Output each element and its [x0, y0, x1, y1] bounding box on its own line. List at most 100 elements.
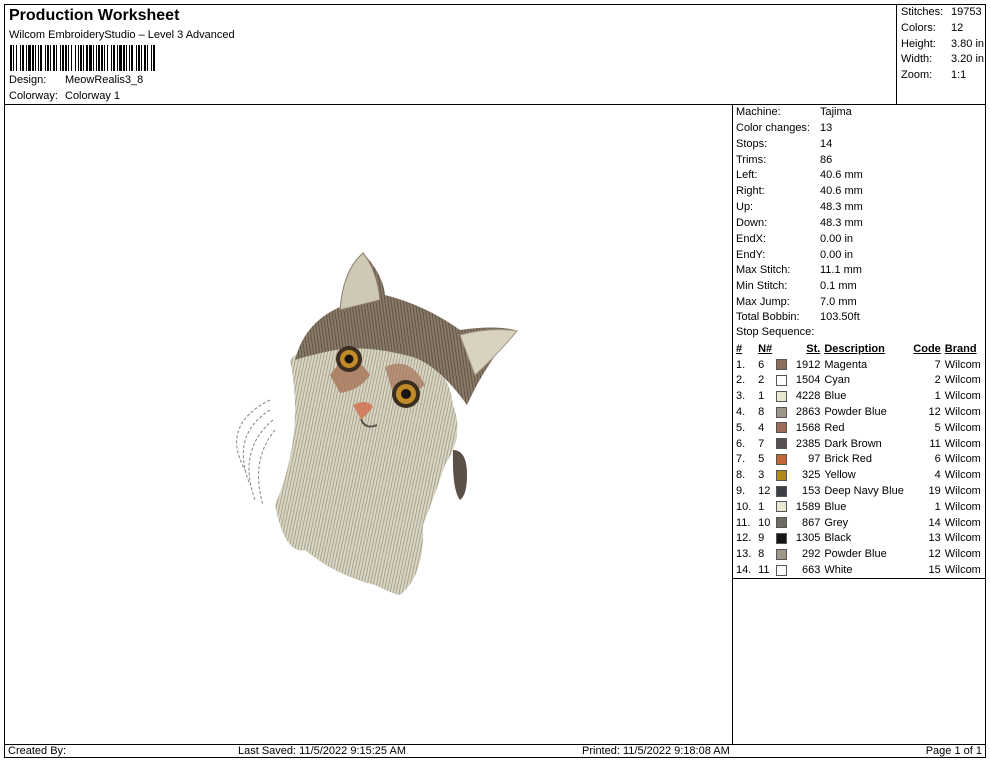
- color-swatch: [776, 454, 788, 466]
- stop-swatch: [776, 388, 790, 404]
- stop-needle: 9: [758, 532, 765, 545]
- stop-code: 15: [912, 562, 945, 579]
- prop-down: Down: 48.3 mm: [736, 217, 863, 229]
- color-swatch: [776, 469, 788, 481]
- prop-label: EndX:: [736, 233, 766, 245]
- stop-stitches: 1912: [795, 358, 821, 371]
- summary-label: Zoom:: [901, 69, 933, 81]
- stop-swatch: [776, 515, 790, 531]
- prop-value: 0.00 in: [820, 233, 854, 245]
- stop-stitches: 153: [801, 485, 821, 498]
- stop-code: 19: [928, 485, 941, 498]
- stop-row: 1. 6 1912 Magenta 7 Wilcom: [733, 357, 985, 373]
- prop-label: Right:: [736, 185, 765, 197]
- stop-needle: 10: [758, 516, 771, 529]
- prop-value: 7.0 mm: [820, 296, 857, 308]
- prop-value: 0.00 in: [820, 249, 854, 261]
- stop-num: 1.: [736, 358, 746, 371]
- stop-stitches: 1504: [795, 374, 821, 387]
- stop-code: 14: [928, 516, 941, 529]
- design-properties-panel: Machine: Tajima Color changes: 13 Stops: 14…: [732, 104, 986, 745]
- stop-code: 11: [929, 437, 941, 450]
- summary-label: Height:: [901, 38, 936, 50]
- color-swatch: [776, 406, 788, 418]
- printed-date: Printed: 11/5/2022 9:18:08 AM: [582, 745, 730, 757]
- stop-swatch: [776, 420, 790, 436]
- stop-row: 4. 8 2863 Powder Blue 12 Wilcom: [733, 404, 985, 420]
- summary-value: 12: [951, 22, 964, 34]
- page-number: Page 1 of 1: [925, 745, 982, 757]
- col-stitches: St.: [806, 342, 821, 355]
- stop-brand: Wilcom: [944, 374, 981, 387]
- colorway-row: Colorway: Colorway 1: [9, 90, 120, 102]
- stop-stitches: 292: [801, 548, 821, 561]
- prop-left: Left: 40.6 mm: [736, 169, 863, 181]
- cat-right-pupil: [401, 389, 411, 399]
- worksheet-footer: Created By: Last Saved: 11/5/2022 9:15:2…: [4, 744, 986, 758]
- stop-needle: 8: [758, 406, 765, 419]
- stop-code: 1: [934, 500, 941, 513]
- design-label: Design:: [9, 74, 47, 86]
- prop-value: 13: [820, 122, 833, 134]
- design-canvas: [4, 104, 733, 745]
- prop-color-changes: Color changes: 13: [736, 122, 832, 134]
- prop-label: Max Stitch:: [736, 264, 791, 276]
- prop-value: 48.3 mm: [820, 201, 863, 213]
- prop-value: 0.1 mm: [820, 280, 857, 292]
- cat-left-ear: [339, 252, 381, 311]
- stop-row: 7. 5 97 Brick Red 6 Wilcom: [733, 452, 985, 468]
- stop-sequence-label: Stop Sequence:: [736, 326, 815, 338]
- stop-stitches: 1589: [795, 500, 821, 513]
- stop-num: 13.: [736, 548, 752, 561]
- stop-needle: 4: [758, 421, 765, 434]
- stop-num: 3.: [736, 390, 746, 403]
- stop-brand: Wilcom: [944, 562, 985, 579]
- stop-num: 2.: [736, 374, 746, 387]
- stop-row: 10. 1 1589 Blue 1 Wilcom: [733, 499, 985, 515]
- prop-value: 103.50ft: [820, 311, 860, 323]
- prop-value: Tajima: [820, 106, 852, 118]
- stop-swatch: [776, 562, 791, 579]
- prop-value: 14: [820, 138, 833, 150]
- prop-label: Down:: [736, 217, 768, 229]
- stop-needle: 11: [758, 562, 777, 579]
- stop-description: Blue: [824, 390, 847, 403]
- stop-row: 9. 12 153 Deep Navy Blue 19 Wilcom: [733, 483, 985, 499]
- cat-left-pupil: [344, 354, 354, 364]
- stop-swatch: [776, 531, 790, 547]
- stop-description: Brick Red: [824, 453, 873, 466]
- color-swatch: [776, 359, 788, 371]
- stop-code: 7: [934, 358, 941, 371]
- stop-num: 10.: [736, 500, 752, 513]
- summary-zoom: Zoom: 1:1: [901, 69, 966, 81]
- stop-brand: Wilcom: [944, 421, 981, 434]
- summary-height: Height: 3.80 in: [901, 38, 984, 50]
- col-needle: N#: [758, 342, 773, 355]
- stop-description: Red: [824, 421, 845, 434]
- stop-description: Grey: [824, 516, 849, 529]
- stop-brand: Wilcom: [944, 406, 981, 419]
- summary-stitches: Stitches: 19753: [901, 6, 982, 18]
- stop-num: 12.: [736, 532, 752, 545]
- stop-swatch: [776, 546, 790, 562]
- stop-num: 6.: [736, 437, 746, 450]
- stop-needle: 7: [758, 437, 765, 450]
- design-value: MeowRealis3_8: [65, 74, 144, 86]
- stop-needle: 6: [758, 358, 765, 371]
- cat-whiskers: [236, 399, 276, 506]
- prop-label: Trims:: [736, 154, 767, 166]
- stop-swatch: [776, 373, 790, 389]
- color-swatch: [776, 422, 788, 434]
- prop-label: Up:: [736, 201, 754, 213]
- col-brand: Brand: [944, 342, 977, 355]
- stop-row: 11. 10 867 Grey 14 Wilcom: [733, 515, 985, 531]
- prop-label: Left:: [736, 169, 758, 181]
- summary-label: Stitches:: [901, 6, 944, 18]
- worksheet-title: Production Worksheet: [9, 7, 180, 24]
- stop-description: Black: [824, 532, 852, 545]
- cat-embroidery-image: [236, 252, 518, 595]
- prop-stops: Stops: 14: [736, 138, 832, 150]
- stop-code: 5: [934, 421, 941, 434]
- prop-label: Stops:: [736, 138, 768, 150]
- stop-description: Blue: [824, 500, 847, 513]
